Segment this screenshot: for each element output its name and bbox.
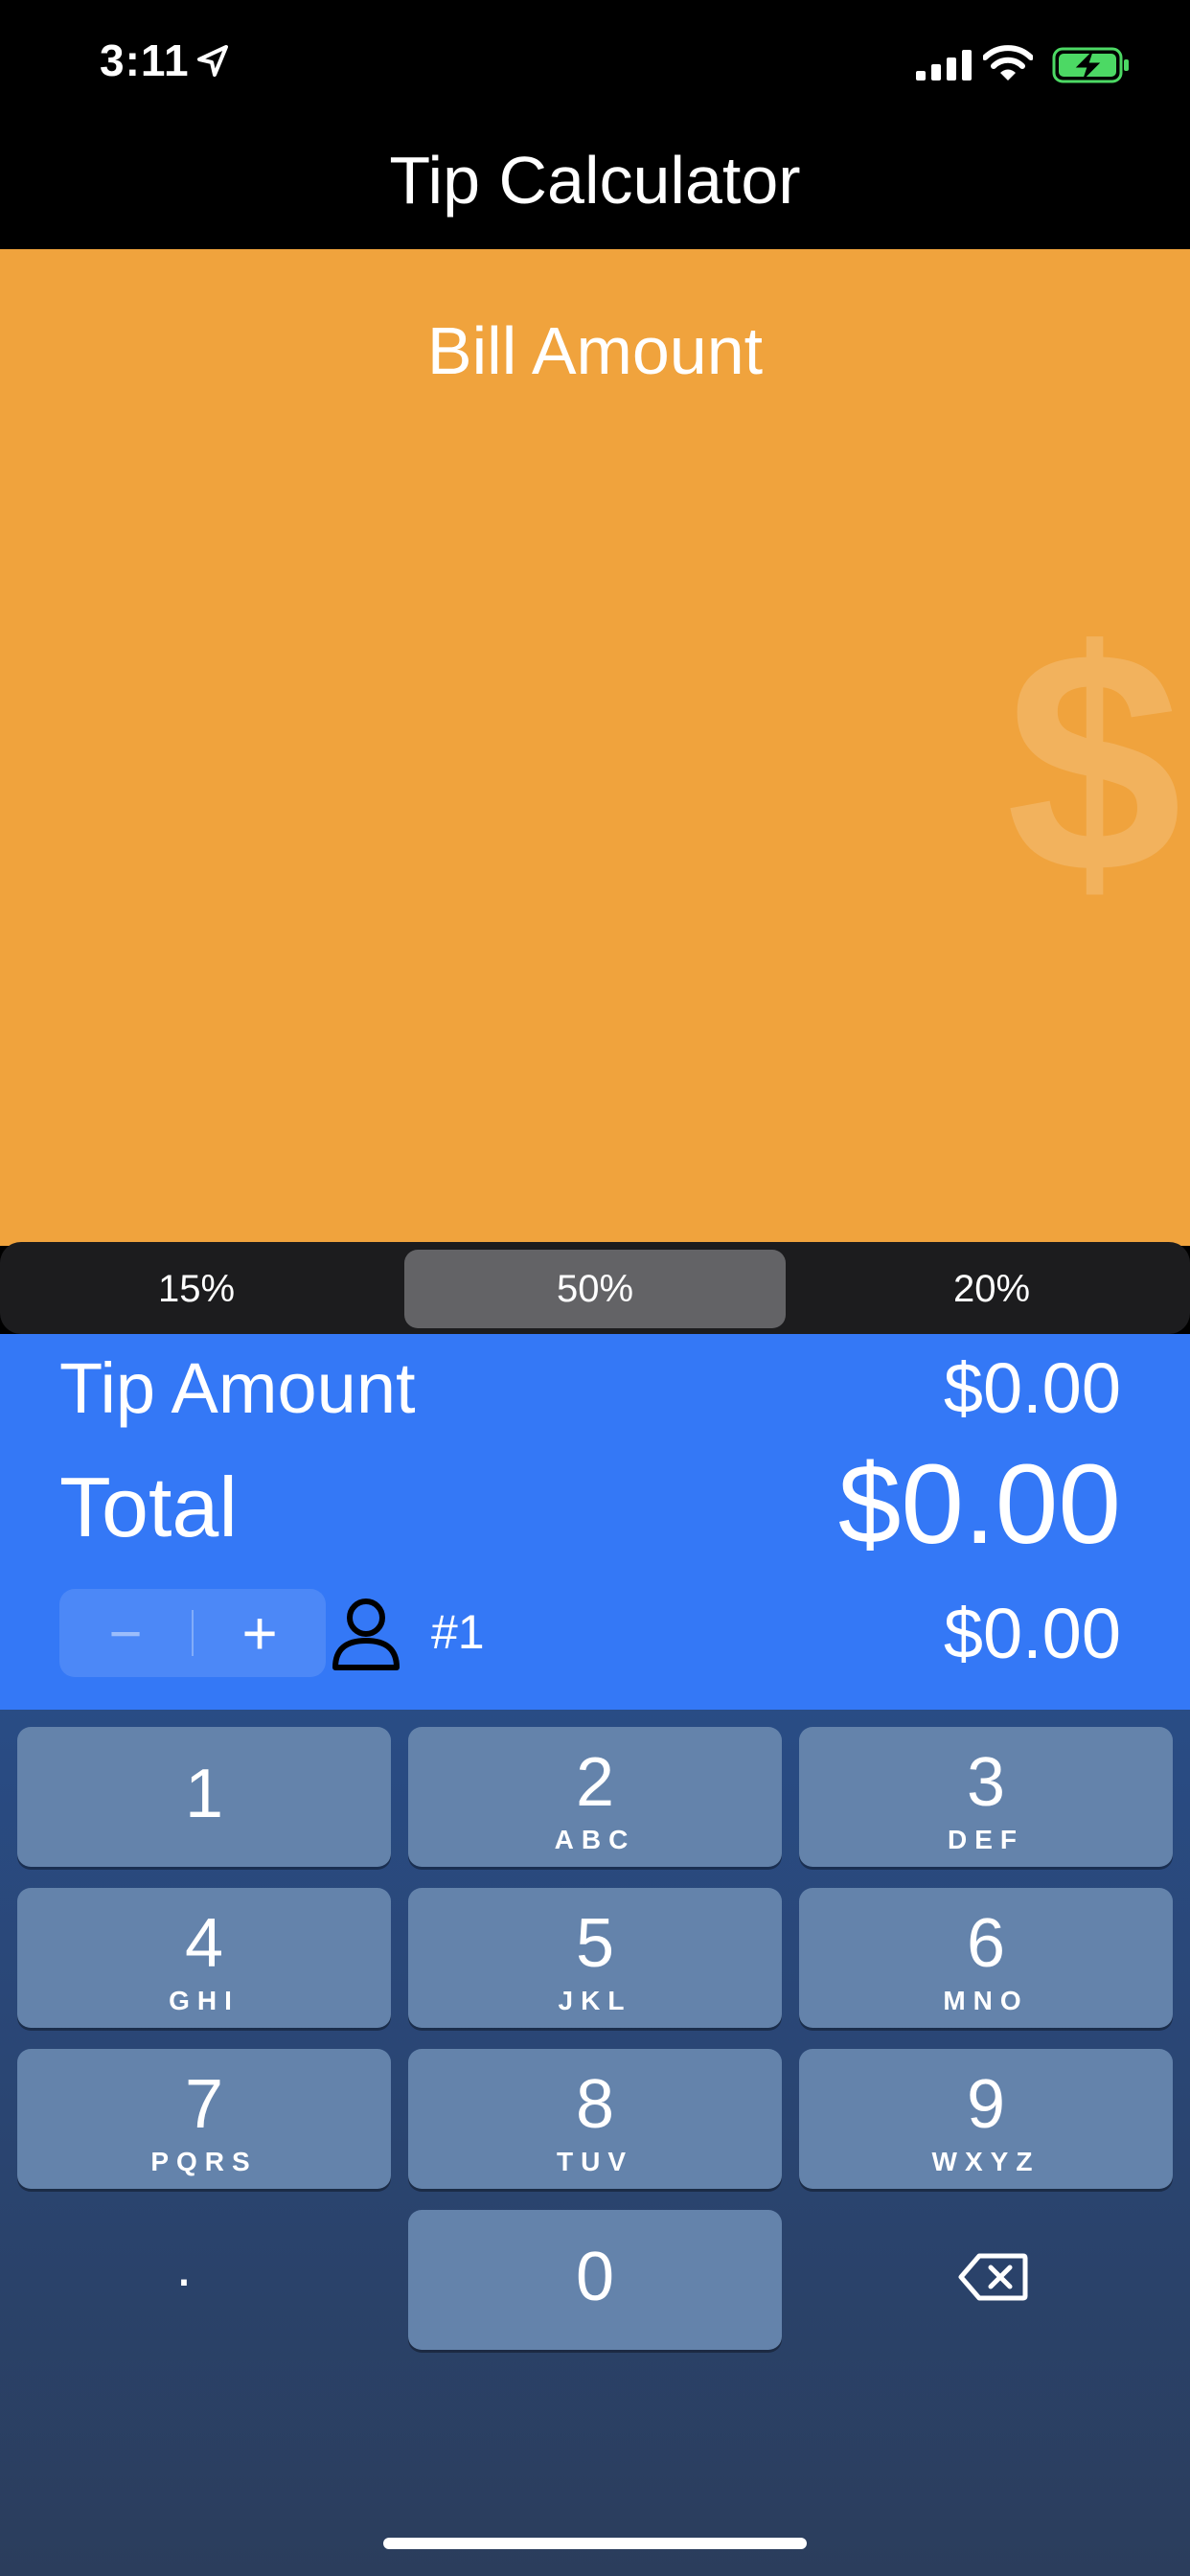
key-digit: 3 bbox=[966, 1744, 1006, 1821]
key-3[interactable]: 3 DEF bbox=[799, 1727, 1173, 1867]
key-letters: ABC bbox=[554, 1825, 636, 1854]
key-digit: 4 bbox=[184, 1905, 224, 1982]
decrement-people-button[interactable]: − bbox=[59, 1589, 192, 1677]
bill-amount-label: Bill Amount bbox=[426, 313, 764, 388]
wifi-icon bbox=[983, 45, 1033, 80]
key-4[interactable]: 4 GHI bbox=[17, 1888, 391, 2028]
people-stepper: − + bbox=[59, 1589, 326, 1677]
key-digit: 6 bbox=[966, 1905, 1006, 1982]
decimal-key[interactable]: . bbox=[165, 2233, 203, 2310]
tip-amount-value: $0.00 bbox=[943, 1348, 1121, 1428]
status-time: 3:11 bbox=[100, 35, 190, 85]
tip-amount-label: Tip Amount bbox=[59, 1348, 416, 1428]
key-digit: 1 bbox=[184, 1756, 224, 1832]
results-panel: Tip Amount $0.00 Total $0.00 − + #1 $0.0… bbox=[0, 1334, 1190, 1710]
bill-amount-panel[interactable]: Bill Amount $ bbox=[0, 249, 1190, 1246]
status-bar: 3:11 bbox=[0, 0, 1190, 125]
key-9[interactable]: 9 WXYZ bbox=[799, 2049, 1173, 2189]
key-1[interactable]: 1 bbox=[17, 1727, 391, 1867]
key-2[interactable]: 2 ABC bbox=[408, 1727, 782, 1867]
per-person-value: $0.00 bbox=[943, 1594, 1121, 1673]
total-label: Total bbox=[59, 1460, 238, 1554]
backspace-icon[interactable] bbox=[958, 2252, 1029, 2302]
key-digit: 8 bbox=[575, 2066, 615, 2143]
key-digit: 7 bbox=[184, 2066, 224, 2143]
key-6[interactable]: 6 MNO bbox=[799, 1888, 1173, 2028]
dollar-symbol: $ bbox=[1006, 585, 1182, 938]
key-letters: TUV bbox=[557, 2147, 633, 2176]
home-indicator bbox=[383, 2538, 807, 2549]
page-title: Tip Calculator bbox=[389, 143, 801, 218]
tip-percentage-selector: 15% 50% 20% bbox=[0, 1242, 1190, 1334]
key-digit: 9 bbox=[966, 2066, 1006, 2143]
total-value: $0.00 bbox=[837, 1441, 1121, 1568]
key-digit: 0 bbox=[575, 2239, 615, 2315]
key-0[interactable]: 0 bbox=[408, 2210, 782, 2350]
person-number: #1 bbox=[431, 1605, 485, 1659]
key-letters: DEF bbox=[948, 1825, 1024, 1854]
signal-bars-icon bbox=[916, 50, 972, 80]
key-digit: 5 bbox=[575, 1905, 615, 1982]
tip-option-15[interactable]: 15% bbox=[6, 1250, 387, 1328]
key-letters: JKL bbox=[558, 1986, 632, 2015]
key-7[interactable]: 7 PQRS bbox=[17, 2049, 391, 2189]
key-letters: WXYZ bbox=[931, 2147, 1041, 2176]
key-letters: PQRS bbox=[150, 2147, 258, 2176]
battery-charging-icon bbox=[1052, 47, 1129, 83]
key-digit: 2 bbox=[575, 1744, 615, 1821]
key-letters: MNO bbox=[943, 1986, 1029, 2015]
tip-option-50[interactable]: 50% bbox=[404, 1250, 786, 1328]
location-arrow-icon bbox=[197, 45, 228, 77]
key-5[interactable]: 5 JKL bbox=[408, 1888, 782, 2028]
key-letters: GHI bbox=[169, 1986, 240, 2015]
key-8[interactable]: 8 TUV bbox=[408, 2049, 782, 2189]
tip-option-20[interactable]: 20% bbox=[801, 1250, 1182, 1328]
increment-people-button[interactable]: + bbox=[194, 1589, 326, 1677]
person-icon bbox=[332, 1598, 400, 1670]
